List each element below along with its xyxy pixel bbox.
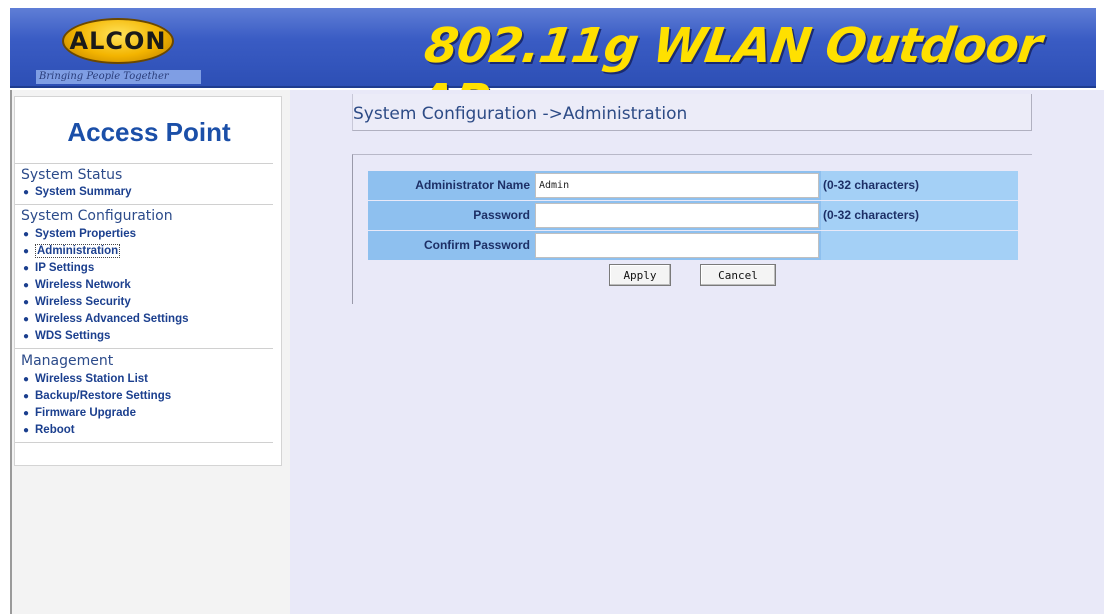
- apply-button[interactable]: Apply: [609, 264, 671, 286]
- sidebar-panel: Access Point System Status ● System Summ…: [14, 96, 282, 466]
- sidebar-item-label: Administration: [35, 244, 121, 258]
- sidebar-item-label: System Properties: [35, 228, 136, 240]
- sidebar-item-label: Wireless Network: [35, 279, 131, 291]
- bullet-icon: ●: [23, 296, 30, 308]
- bullet-icon: ●: [23, 228, 30, 240]
- header-banner: ALCON Bringing People Together 802.11g W…: [10, 8, 1096, 130]
- sidebar-item-wireless-network[interactable]: ● Wireless Network: [23, 277, 131, 293]
- logo-oval: ALCON: [62, 18, 174, 64]
- sidebar-item-wireless-station-list[interactable]: ● Wireless Station List: [23, 371, 148, 387]
- sidebar-item-backup-restore-settings[interactable]: ● Backup/Restore Settings: [23, 388, 171, 404]
- confirm-password-input[interactable]: [535, 233, 819, 258]
- divider: [15, 163, 273, 164]
- admin-name-hint: (0-32 characters): [821, 171, 1018, 200]
- sidebar-item-reboot[interactable]: ● Reboot: [23, 422, 75, 438]
- sidebar-item-label: Reboot: [35, 424, 75, 436]
- sidebar-item-label: WDS Settings: [35, 330, 111, 342]
- bullet-icon: ●: [23, 390, 30, 402]
- admin-name-input[interactable]: Admin: [535, 173, 819, 198]
- bullet-icon: ●: [23, 245, 30, 257]
- sidebar-item-firmware-upgrade[interactable]: ● Firmware Upgrade: [23, 405, 136, 421]
- sidebar-item-label: Wireless Security: [35, 296, 131, 308]
- confirm-password-label: Confirm Password: [423, 238, 530, 252]
- divider: [15, 442, 273, 443]
- password-hint: (0-32 characters): [821, 201, 1018, 230]
- sidebar-item-system-properties[interactable]: ● System Properties: [23, 226, 136, 242]
- sidebar-title: Access Point: [67, 117, 231, 147]
- confirm-password-hint-cell: [821, 231, 1018, 260]
- logo-tagline: Bringing People Together: [36, 70, 201, 84]
- bullet-icon: ●: [23, 330, 30, 342]
- admin-name-row: Administrator Name Admin (0-32 character…: [368, 171, 1018, 200]
- bullet-icon: ●: [23, 407, 30, 419]
- breadcrumb: System Configuration ->Administration: [353, 104, 688, 124]
- sidebar-item-system-summary[interactable]: ● System Summary: [23, 184, 132, 200]
- section-heading-system-status: System Status: [21, 167, 123, 183]
- confirm-password-row: Confirm Password: [368, 231, 1018, 260]
- bullet-icon: ●: [23, 313, 30, 325]
- section-heading-management: Management: [21, 353, 114, 369]
- admin-form: Administrator Name Admin (0-32 character…: [352, 154, 1032, 304]
- cancel-button[interactable]: Cancel: [700, 264, 776, 286]
- sidebar-item-label: IP Settings: [35, 262, 95, 274]
- password-input[interactable]: [535, 203, 819, 228]
- sidebar-item-wireless-advanced-settings[interactable]: ● Wireless Advanced Settings: [23, 311, 189, 327]
- sidebar-item-administration[interactable]: ● Administration: [23, 243, 121, 259]
- admin-name-label: Administrator Name: [415, 178, 530, 192]
- sidebar-item-label: Wireless Advanced Settings: [35, 313, 189, 325]
- divider: [15, 348, 273, 349]
- bullet-icon: ●: [23, 262, 30, 274]
- bullet-icon: ●: [23, 186, 30, 198]
- brand-logo: ALCON Bringing People Together: [32, 14, 202, 86]
- password-row: Password (0-32 characters): [368, 201, 1018, 230]
- bullet-icon: ●: [23, 424, 30, 436]
- sidebar-item-label: System Summary: [35, 186, 132, 198]
- sidebar-item-ip-settings[interactable]: ● IP Settings: [23, 260, 94, 276]
- sidebar-item-label: Wireless Station List: [35, 373, 149, 385]
- password-label: Password: [473, 208, 530, 222]
- sidebar-item-label: Firmware Upgrade: [35, 407, 136, 419]
- bullet-icon: ●: [23, 279, 30, 291]
- sidebar-item-label: Backup/Restore Settings: [35, 390, 172, 402]
- sidebar: Access Point System Status ● System Summ…: [10, 90, 290, 614]
- breadcrumb-bar: System Configuration ->Administration: [352, 94, 1032, 131]
- sidebar-item-wds-settings[interactable]: ● WDS Settings: [23, 328, 110, 344]
- main-content: System Configuration ->Administration Ad…: [290, 90, 1104, 614]
- bullet-icon: ●: [23, 373, 30, 385]
- sidebar-item-wireless-security[interactable]: ● Wireless Security: [23, 294, 131, 310]
- section-heading-system-configuration: System Configuration: [21, 208, 173, 224]
- divider: [15, 204, 273, 205]
- logo-text: ALCON: [69, 27, 167, 55]
